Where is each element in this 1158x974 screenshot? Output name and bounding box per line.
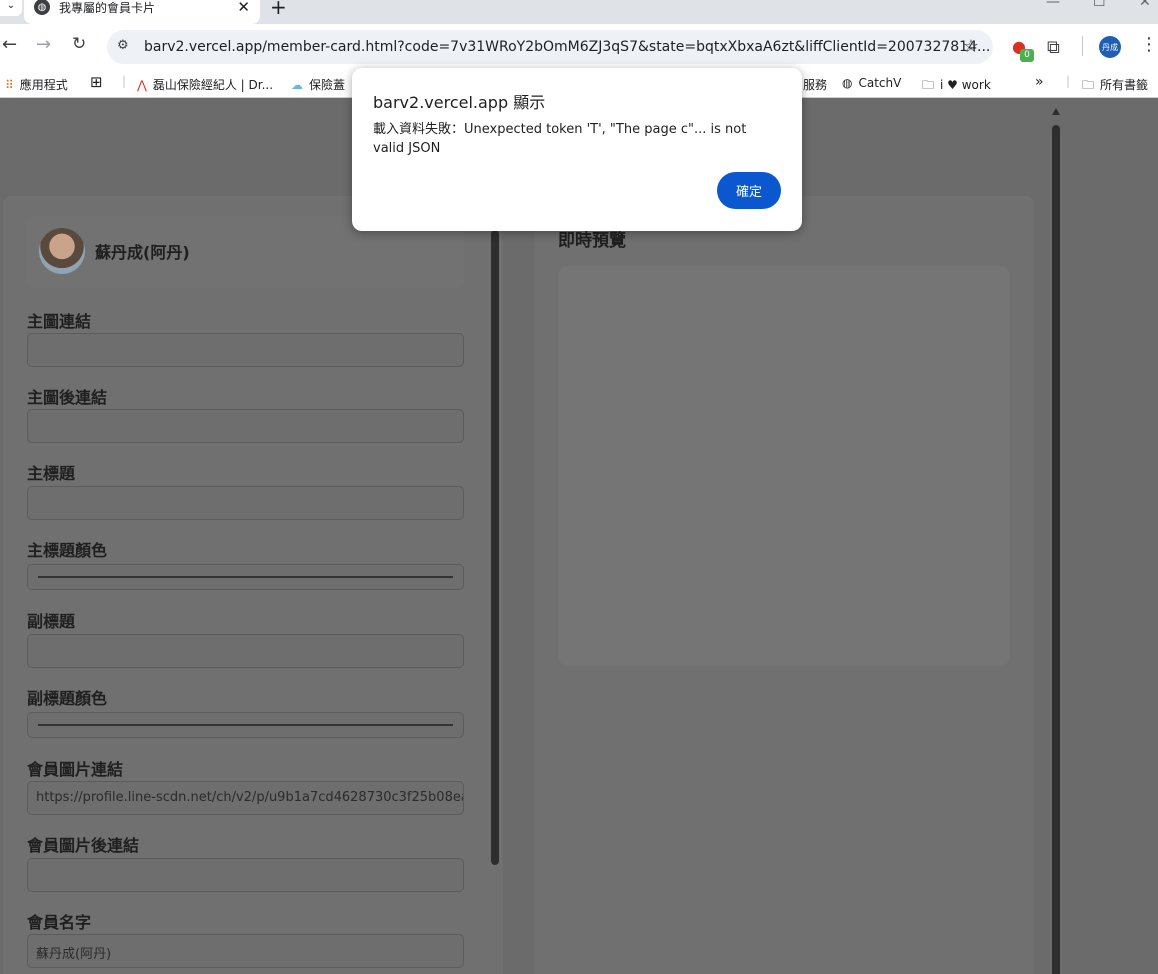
bookmark-4[interactable]: ◍ CatchV	[842, 76, 901, 90]
bookmark-label: 應用程式	[19, 78, 68, 92]
toolbar-divider	[1082, 36, 1083, 56]
profile-name: 蘇丹成(阿丹)	[95, 243, 190, 262]
bookmark-label: 磊山保險經紀人 | Dr...	[152, 78, 274, 92]
active-tab[interactable]: ◍ 我專屬的會員卡片 ✕	[24, 0, 260, 24]
bookmark-apps[interactable]: ⠿ 應用程式	[5, 76, 68, 93]
url-text[interactable]: barv2.vercel.app/member-card.html?code=7…	[144, 39, 990, 55]
minimize-button[interactable]: —	[1046, 0, 1060, 10]
alert-dialog: barv2.vercel.app 顯示 載入資料失敗：Unexpected to…	[352, 68, 802, 231]
apps-grid-icon: ⠿	[5, 78, 14, 92]
bookmark-label: i ♥ work	[940, 78, 991, 92]
dialog-message: 載入資料失敗：Unexpected token 'T', "The page c…	[373, 122, 747, 156]
forward-button[interactable]: →	[36, 34, 51, 55]
bookmark-label: CatchV	[858, 76, 902, 90]
bookmark-3[interactable]: 服務	[803, 76, 827, 93]
menu-kebab-icon[interactable]: ⋮	[1140, 34, 1158, 55]
bookmark-star-icon[interactable]: ☆	[963, 36, 979, 57]
bookmark-label: 保險蓋	[309, 78, 346, 92]
tab-strip: ⌄ ◍ 我專屬的會員卡片 ✕ + — ☐ ✕	[0, 0, 1158, 24]
bookmark-divider: |	[122, 74, 127, 88]
main-title-color-picker[interactable]	[27, 564, 464, 590]
tab-groups-icon[interactable]: ⊞	[90, 73, 103, 91]
scroll-up-arrow[interactable]	[1052, 108, 1060, 115]
cloud-icon: ☁	[291, 78, 303, 92]
extensions-puzzle-icon[interactable]: ⧉	[1047, 37, 1060, 58]
all-bookmarks-folder[interactable]: 🗀 所有書籤	[1082, 76, 1148, 97]
main-title-color-label: 主標題顏色	[27, 541, 108, 560]
site-info-icon[interactable]: ⚙	[117, 38, 135, 56]
color-swatch	[38, 724, 453, 726]
extension-badge: 0	[1020, 49, 1034, 62]
address-bar[interactable]: ⚙ barv2.vercel.app/member-card.html?code…	[107, 30, 993, 64]
folder-icon: 🗀	[1082, 78, 1095, 92]
main-title-input[interactable]	[27, 486, 464, 520]
dialog-title: barv2.vercel.app 顯示	[373, 93, 546, 112]
member-name-input[interactable]: 蘇丹成(阿丹)	[27, 934, 464, 968]
bookmark-divider: |	[1066, 74, 1071, 88]
globe-icon: ◍	[842, 76, 853, 90]
close-window-button[interactable]: ✕	[1139, 0, 1151, 10]
bookmark-2[interactable]: ☁ 保險蓋	[291, 76, 345, 93]
ok-button[interactable]: 確定	[717, 172, 781, 209]
new-tab-button[interactable]: +	[270, 0, 287, 19]
tab-title: 我專屬的會員卡片	[59, 0, 156, 15]
page-content: 蘇丹成(阿丹) 主圖連結 主圖後連結 主標題 主標題顏色 副標題 副標題顏色 會…	[0, 105, 1158, 974]
subtitle-color-label: 副標題顏色	[27, 689, 108, 708]
bookmark-1[interactable]: ⋀ 磊山保險經紀人 | Dr...	[137, 76, 273, 93]
bookmark-folder-5[interactable]: 🗀 i ♥ work	[922, 76, 991, 97]
main-title-label: 主標題	[27, 464, 76, 483]
member-image-link-input[interactable]: https://profile.line-scdn.net/ch/v2/p/u9…	[27, 781, 464, 815]
editor-panel: 蘇丹成(阿丹) 主圖連結 主圖後連結 主標題 主標題顏色 副標題 副標題顏色 會…	[3, 196, 503, 974]
preview-area	[558, 266, 1010, 666]
member-image-after-link-label: 會員圖片後連結	[27, 836, 140, 855]
avatar	[39, 228, 85, 274]
subtitle-color-picker[interactable]	[27, 712, 464, 738]
close-tab-icon[interactable]: ✕	[237, 0, 250, 16]
main-image-after-link-input[interactable]	[27, 409, 464, 443]
folder-icon: 🗀	[922, 78, 935, 92]
logo-icon: ⋀	[137, 78, 147, 92]
color-swatch	[38, 576, 453, 578]
globe-icon: ◍	[34, 0, 50, 15]
back-button[interactable]: ←	[2, 34, 17, 55]
page-scrollbar[interactable]	[1052, 125, 1060, 974]
editor-scrollbar[interactable]	[491, 230, 499, 865]
main-image-link-label: 主圖連結	[27, 312, 92, 331]
tab-search-button[interactable]: ⌄	[0, 0, 22, 16]
main-image-link-input[interactable]	[27, 333, 464, 367]
chevron-down-icon: ⌄	[6, 0, 16, 11]
main-image-after-link-label: 主圖後連結	[27, 388, 108, 407]
subtitle-label: 副標題	[27, 612, 76, 631]
bookmark-label: 所有書籤	[1100, 78, 1149, 92]
member-image-link-label: 會員圖片連結	[27, 760, 124, 779]
maximize-button[interactable]: ☐	[1093, 0, 1106, 10]
profile-avatar-button[interactable]: 丹成	[1099, 36, 1121, 58]
reload-button[interactable]: ↻	[72, 34, 86, 54]
bookmark-label: 服務	[803, 78, 828, 92]
member-name-label: 會員名字	[27, 913, 92, 932]
bookmarks-overflow-button[interactable]: »	[1035, 74, 1044, 90]
browser-toolbar: ← → ↻ ⚙ barv2.vercel.app/member-card.htm…	[0, 24, 1158, 70]
preview-panel: 即時預覽	[534, 196, 1034, 974]
subtitle-input[interactable]	[27, 634, 464, 668]
member-image-after-link-input[interactable]	[27, 858, 464, 892]
